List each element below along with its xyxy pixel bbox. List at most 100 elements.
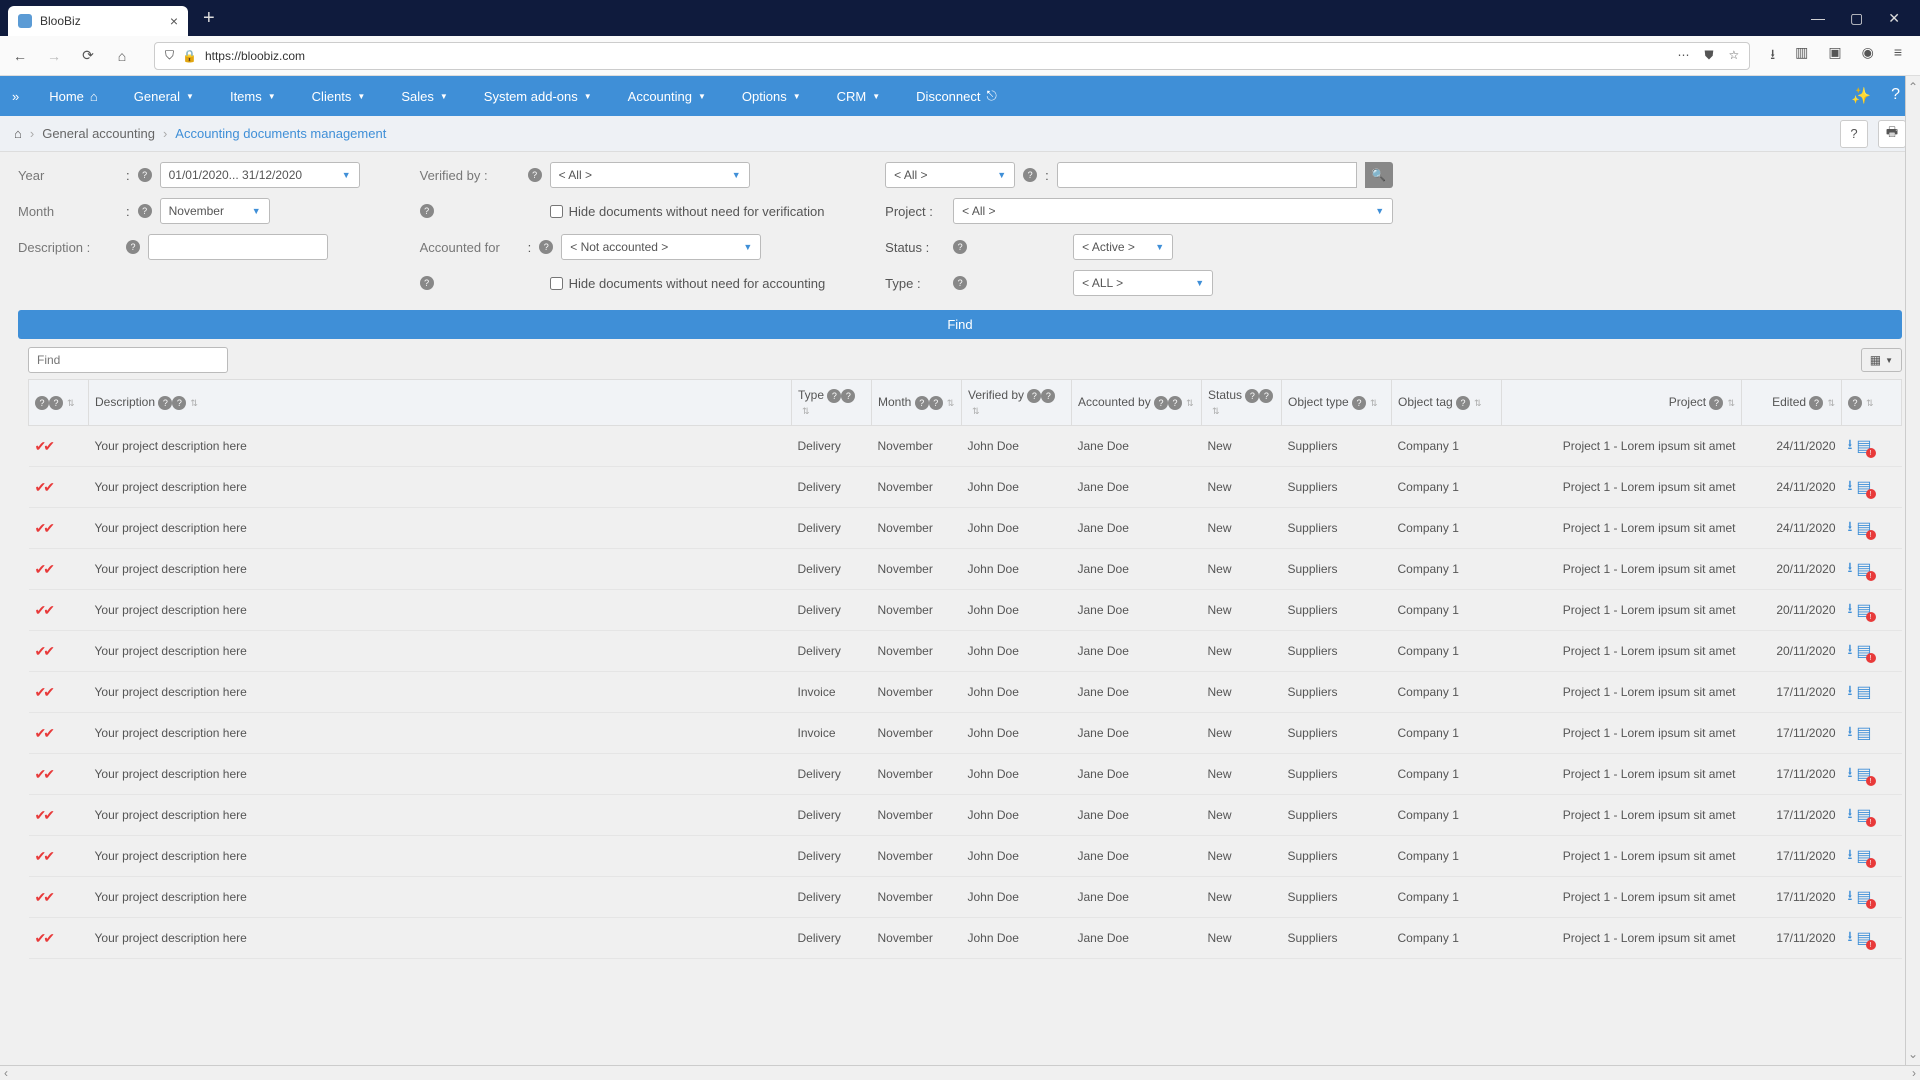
breadcrumb-home-icon[interactable]: ⌂ — [14, 126, 22, 141]
library-icon[interactable]: ▥ — [1795, 44, 1808, 68]
help-icon[interactable]: ? — [1154, 396, 1168, 410]
tab-close-icon[interactable]: × — [170, 13, 178, 29]
table-row[interactable]: ✔✔Your project description hereDeliveryN… — [29, 426, 1902, 467]
account-icon[interactable]: ◉ — [1862, 44, 1874, 68]
sort-icon[interactable]: ⇅ — [1474, 398, 1482, 408]
table-row[interactable]: ✔✔Your project description hereDeliveryN… — [29, 631, 1902, 672]
col-verified[interactable]: Verified by — [968, 388, 1024, 402]
document-icon[interactable]: ▤ — [1856, 723, 1871, 743]
nav-disconnect[interactable]: Disconnect ⎋ — [898, 76, 1015, 116]
menu-icon[interactable]: ≡ — [1894, 44, 1902, 68]
download-icon[interactable]: ⭳ — [1848, 598, 1853, 622]
sort-icon[interactable]: ⇅ — [947, 398, 955, 408]
col-type[interactable]: Type — [798, 388, 824, 402]
document-icon[interactable]: ▤! — [1856, 887, 1871, 907]
document-icon[interactable]: ▤ — [1856, 682, 1871, 702]
table-row[interactable]: ✔✔Your project description hereDeliveryN… — [29, 754, 1902, 795]
nav-accounting[interactable]: Accounting ▼ — [610, 76, 724, 116]
nav-clients[interactable]: Clients ▼ — [294, 76, 384, 116]
reload-button[interactable]: ⟳ — [76, 44, 100, 68]
help-icon[interactable]: ? — [1709, 396, 1723, 410]
url-bar[interactable]: ⛉ 🔒 https://bloobiz.com ⋯ ⛊ ☆ — [154, 42, 1750, 70]
nav-home[interactable]: Home ⌂ — [31, 76, 116, 116]
table-row[interactable]: ✔✔Your project description hereDeliveryN… — [29, 508, 1902, 549]
download-icon[interactable]: ⭳ — [1848, 803, 1853, 827]
nav-options[interactable]: Options ▼ — [724, 76, 819, 116]
breadcrumb-level2[interactable]: Accounting documents management — [175, 126, 386, 141]
help-icon[interactable]: ? — [1809, 396, 1823, 410]
table-row[interactable]: ✔✔Your project description hereDeliveryN… — [29, 795, 1902, 836]
vertical-scrollbar[interactable]: ⌃⌄ — [1905, 76, 1920, 1065]
document-icon[interactable]: ▤! — [1856, 928, 1871, 948]
help-icon[interactable]: ? — [1848, 396, 1862, 410]
help-icon[interactable]: ? — [841, 389, 855, 403]
description-input[interactable] — [148, 234, 328, 260]
help-icon[interactable]: ? — [1023, 168, 1037, 182]
help-icon[interactable]: ? — [953, 276, 967, 290]
sort-icon[interactable]: ⇅ — [1827, 398, 1835, 408]
sort-icon[interactable]: ⇅ — [1866, 398, 1874, 408]
expand-sidebar-icon[interactable]: » — [0, 89, 31, 104]
nav-items[interactable]: Items ▼ — [212, 76, 294, 116]
help-icon[interactable]: ? — [528, 168, 542, 182]
help-icon[interactable]: ? — [420, 204, 434, 218]
table-row[interactable]: ✔✔Your project description hereDeliveryN… — [29, 590, 1902, 631]
download-icon[interactable]: ⭳ — [1848, 926, 1853, 950]
nav-sales[interactable]: Sales ▼ — [383, 76, 465, 116]
table-row[interactable]: ✔✔Your project description hereDeliveryN… — [29, 877, 1902, 918]
download-icon[interactable]: ⭳ — [1848, 885, 1853, 909]
sort-icon[interactable]: ⇅ — [1370, 398, 1378, 408]
sort-icon[interactable]: ⇅ — [1186, 398, 1194, 408]
col-edited[interactable]: Edited — [1772, 395, 1806, 409]
help-icon[interactable]: ? — [138, 204, 152, 218]
help-icon[interactable]: ? — [158, 396, 172, 410]
document-icon[interactable]: ▤! — [1856, 559, 1871, 579]
maximize-icon[interactable]: ▢ — [1850, 10, 1863, 27]
sort-icon[interactable]: ⇅ — [1212, 406, 1220, 416]
grid-find-input[interactable] — [28, 347, 228, 373]
month-select[interactable]: November▼ — [160, 198, 270, 224]
sort-icon[interactable]: ⇅ — [802, 406, 810, 416]
pocket-icon[interactable]: ⛊ — [1704, 48, 1713, 63]
new-tab-button[interactable]: + — [203, 7, 215, 30]
col-project[interactable]: Project — [1669, 395, 1706, 409]
help-icon[interactable]: ? — [126, 240, 140, 254]
close-window-icon[interactable]: ✕ — [1888, 10, 1900, 27]
download-icon[interactable]: ⭳ — [1848, 844, 1853, 868]
document-icon[interactable]: ▤! — [1856, 764, 1871, 784]
hide-verification-checkbox[interactable]: Hide documents without need for verifica… — [550, 204, 825, 219]
help-icon[interactable]: ? — [915, 396, 929, 410]
nav-addons[interactable]: System add-ons ▼ — [466, 76, 610, 116]
download-icon[interactable]: ⭳ — [1848, 762, 1853, 786]
table-row[interactable]: ✔✔Your project description hereDeliveryN… — [29, 836, 1902, 877]
document-icon[interactable]: ▤! — [1856, 805, 1871, 825]
search-button[interactable]: 🔍 — [1365, 162, 1393, 188]
forward-button[interactable]: → — [42, 44, 66, 68]
year-select[interactable]: 01/01/2020... 31/12/2020▼ — [160, 162, 360, 188]
sidebar-icon[interactable]: ▣ — [1828, 44, 1841, 68]
table-row[interactable]: ✔✔Your project description hereDeliveryN… — [29, 549, 1902, 590]
download-icon[interactable]: ⭳ — [1848, 639, 1853, 663]
help-icon[interactable]: ? — [929, 396, 943, 410]
back-button[interactable]: ← — [8, 44, 32, 68]
help-icon[interactable]: ? — [953, 240, 967, 254]
table-row[interactable]: ✔✔Your project description hereInvoiceNo… — [29, 672, 1902, 713]
help-icon[interactable]: ? — [827, 389, 841, 403]
nav-general[interactable]: General ▼ — [116, 76, 212, 116]
status-select[interactable]: < Active >▼ — [1073, 234, 1173, 260]
help-icon[interactable]: ? — [1245, 389, 1259, 403]
star-icon[interactable]: ☆ — [1728, 48, 1739, 63]
sort-icon[interactable]: ⇅ — [1727, 398, 1735, 408]
more-icon[interactable]: ⋯ — [1677, 48, 1689, 63]
document-icon[interactable]: ▤! — [1856, 477, 1871, 497]
col-status[interactable]: Status — [1208, 388, 1242, 402]
minimize-icon[interactable]: — — [1811, 10, 1825, 27]
download-icon[interactable]: ⭳ — [1848, 516, 1853, 540]
help-icon[interactable]: ? — [35, 396, 49, 410]
col-objtype[interactable]: Object type — [1288, 395, 1349, 409]
help-icon[interactable]: ? — [420, 276, 434, 290]
col-accounted[interactable]: Accounted by — [1078, 395, 1151, 409]
help-icon[interactable]: ? — [49, 396, 63, 410]
verified-select[interactable]: < All >▼ — [550, 162, 750, 188]
help-icon[interactable]: ? — [1456, 396, 1470, 410]
